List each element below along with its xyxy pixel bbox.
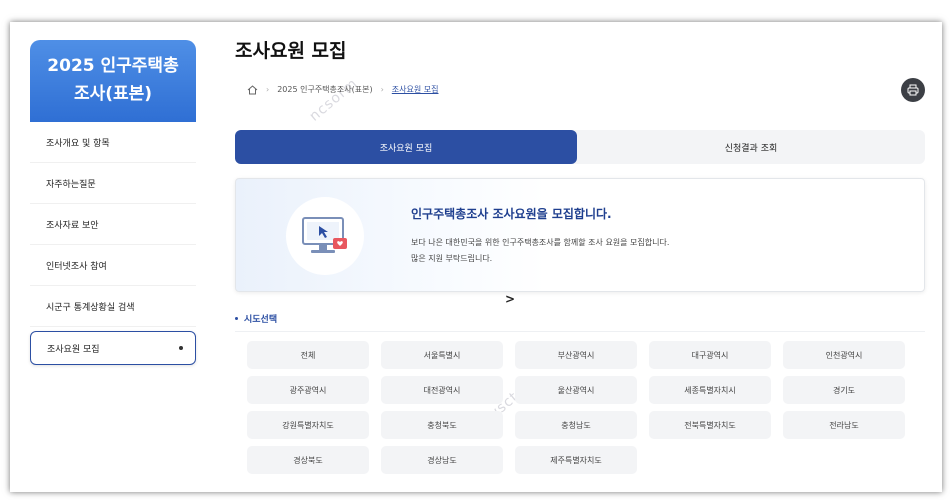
sidebar-item-district-search[interactable]: 시군구 통계상황실 검색 (30, 286, 196, 327)
region-button[interactable]: 충청남도 (515, 411, 637, 439)
watermark: ncsorm (306, 75, 361, 125)
sidebar-item-data-security[interactable]: 조사자료 보안 (30, 204, 196, 245)
region-button[interactable]: 경상남도 (381, 446, 503, 474)
print-icon (907, 81, 919, 100)
banner-line: 보다 나은 대한민국을 위한 인구주택총조사를 함께할 조사 요원을 모집합니다… (411, 238, 670, 247)
region-button[interactable]: 서울특별시 (381, 341, 503, 369)
sidebar-item-label: 조사자료 보안 (46, 220, 99, 231)
region-button[interactable]: 광주광역시 (247, 376, 369, 404)
sidebar-item-survey-overview[interactable]: 조사개요 및 항목 (30, 122, 196, 163)
region-button[interactable]: 울산광역시 (515, 376, 637, 404)
sidebar-menu: 조사개요 및 항목 자주하는질문 조사자료 보안 인터넷조사 참여 시군구 통계… (30, 122, 196, 365)
tab-application-result[interactable]: 신청결과 조회 (577, 130, 925, 164)
print-button[interactable] (901, 78, 925, 102)
tab-recruitment[interactable]: 조사요원 모집 (235, 130, 577, 164)
region-selector: 전체 서울특별시 부산광역시 대구광역시 인천광역시광주광역시 대전광역시 울산광역시 세종특… (235, 331, 925, 491)
banner-line: 많은 지원 부탁드립니다. (411, 254, 493, 263)
region-button[interactable]: 경기도 (783, 376, 905, 404)
region-button[interactable]: 제주특별자치도 (515, 446, 637, 474)
region-button[interactable]: 전라남도 (783, 411, 905, 439)
region-section-title: 시도선택 (244, 315, 278, 325)
region-button[interactable]: 전북특별자치도 (649, 411, 771, 439)
tab-bar: 조사요원 모집 신청결과 조회 (235, 130, 925, 164)
region-button[interactable]: 세종특별자치시 (649, 376, 771, 404)
region-button[interactable]: 부산광역시 (515, 341, 637, 369)
mouse-cursor-glyph: > (505, 292, 516, 306)
sidebar-item-faq[interactable]: 자주하는질문 (30, 163, 196, 204)
sidebar-title-line1: 2025 인구주택총 (47, 56, 179, 76)
home-icon[interactable] (247, 84, 258, 95)
sidebar-item-label: 인터넷조사 참여 (46, 261, 107, 272)
region-button[interactable]: 경상북도 (247, 446, 369, 474)
region-button[interactable]: 전체 (247, 341, 369, 369)
banner-description: 보다 나은 대한민국을 위한 인구주택총조사를 함께할 조사 요원을 모집합니다… (411, 235, 669, 267)
window-frame: ncsorm newsctom 2025 인구주택총 조사(표본) 조사개요 및… (10, 22, 942, 492)
breadcrumb-item[interactable]: 2025 인구주택총조사(표본) (277, 84, 372, 95)
sidebar-item-internet-survey[interactable]: 인터넷조사 참여 (30, 245, 196, 286)
sidebar-item-label: 조사요원 모집 (47, 344, 100, 355)
sidebar: 2025 인구주택총 조사(표본) 조사개요 및 항목 자주하는질문 조사자료 … (30, 40, 196, 365)
sidebar-item-label: 자주하는질문 (46, 179, 96, 190)
region-button[interactable]: 충청북도 (381, 411, 503, 439)
sidebar-title-line2: 조사(표본) (73, 84, 153, 104)
breadcrumb-separator: › (266, 85, 270, 94)
region-section-label: 시도선택 (235, 312, 277, 325)
sidebar-title: 2025 인구주택총 조사(표본) (30, 40, 196, 122)
breadcrumb-current[interactable]: 조사요원 모집 (392, 84, 439, 95)
active-dot-icon (179, 346, 183, 350)
main-content: 조사요원 모집 › 2025 인구주택총조사(표본) › 조사요원 모집 조사요… (235, 36, 925, 474)
region-button[interactable]: 강원특별자치도 (247, 411, 369, 439)
page-title: 조사요원 모집 (235, 40, 347, 62)
breadcrumb-separator: › (380, 85, 384, 94)
bullet-icon (235, 317, 238, 320)
region-grid: 전체 서울특별시 부산광역시 대구광역시 인천광역시광주광역시 대전광역시 울산광역시 세종특… (247, 341, 913, 474)
region-button[interactable]: 인천광역시 (783, 341, 905, 369)
recruitment-banner: 인구주택총조사 조사요원을 모집합니다. 보다 나은 대한민국을 위한 인구주택… (235, 178, 925, 292)
sidebar-item-label: 조사개요 및 항목 (46, 138, 110, 149)
banner-title: 인구주택총조사 조사요원을 모집합니다. (411, 207, 612, 221)
sidebar-item-recruitment[interactable]: 조사요원 모집 (30, 331, 196, 365)
sidebar-item-label: 시군구 통계상황실 검색 (46, 302, 135, 313)
monitor-illustration-icon (286, 197, 364, 275)
region-button[interactable]: 대구광역시 (649, 341, 771, 369)
breadcrumb: › 2025 인구주택총조사(표본) › 조사요원 모집 (247, 84, 439, 95)
region-button[interactable]: 대전광역시 (381, 376, 503, 404)
